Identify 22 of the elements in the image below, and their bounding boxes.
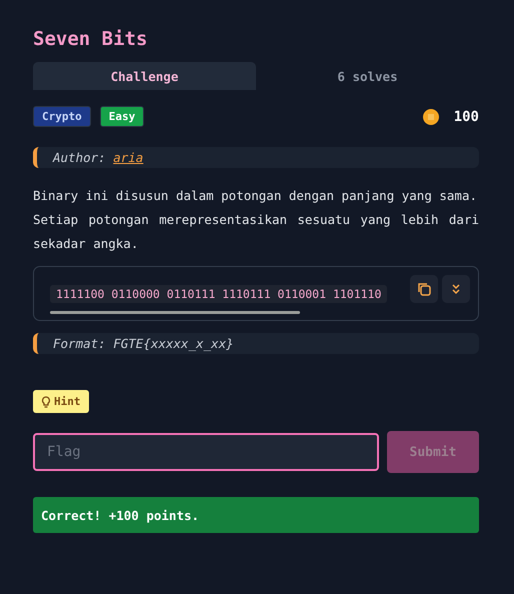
points-value: 100 (454, 108, 479, 124)
coin-icon (422, 108, 439, 124)
author-link[interactable]: aria (113, 150, 144, 165)
author-note: Author: aria (33, 147, 479, 168)
copy-icon (416, 281, 432, 297)
challenge-title: Seven Bits (33, 28, 148, 50)
flag-input[interactable]: Flag (33, 433, 379, 471)
scrollbar[interactable] (50, 311, 300, 314)
tab[interactable]: Challenge (33, 62, 256, 90)
format-note: Format: FGTE{xxxxx_x_xx} (33, 333, 479, 354)
success-message: Correct! +100 points. (33, 497, 479, 533)
lightbulb-icon (41, 396, 51, 408)
difficulty-tag: Easy (100, 106, 144, 127)
description-text: Setiap potongan merepresentasikan sesuatu yang lebih dari sekadar angka. (33, 211, 479, 253)
category-tag: Crypto (33, 106, 91, 127)
chevrons-down-icon (450, 283, 462, 295)
expand-button[interactable] (442, 275, 470, 303)
binary-code: 1111100 0110000 0110111 1110111 0110001 1101110 (50, 285, 388, 303)
description-text: Binary ini disusun dalam potongan dengan panjang yang sama. (33, 187, 478, 205)
tab[interactable]: 6 solves (256, 62, 479, 90)
hint-button[interactable]: Hint (33, 390, 88, 413)
copy-button[interactable] (410, 275, 438, 303)
